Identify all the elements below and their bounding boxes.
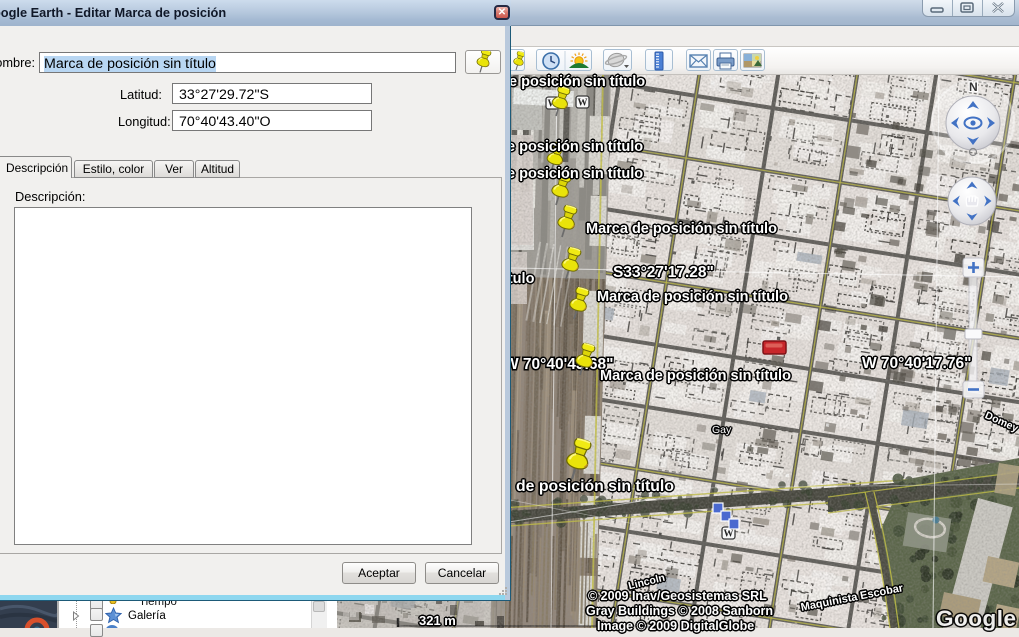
svg-text:W: W [724,529,734,540]
svg-text:N: N [969,80,978,94]
svg-text:W: W [578,98,588,109]
svg-text:W 70°40'43.68": W 70°40'43.68" [504,356,613,373]
